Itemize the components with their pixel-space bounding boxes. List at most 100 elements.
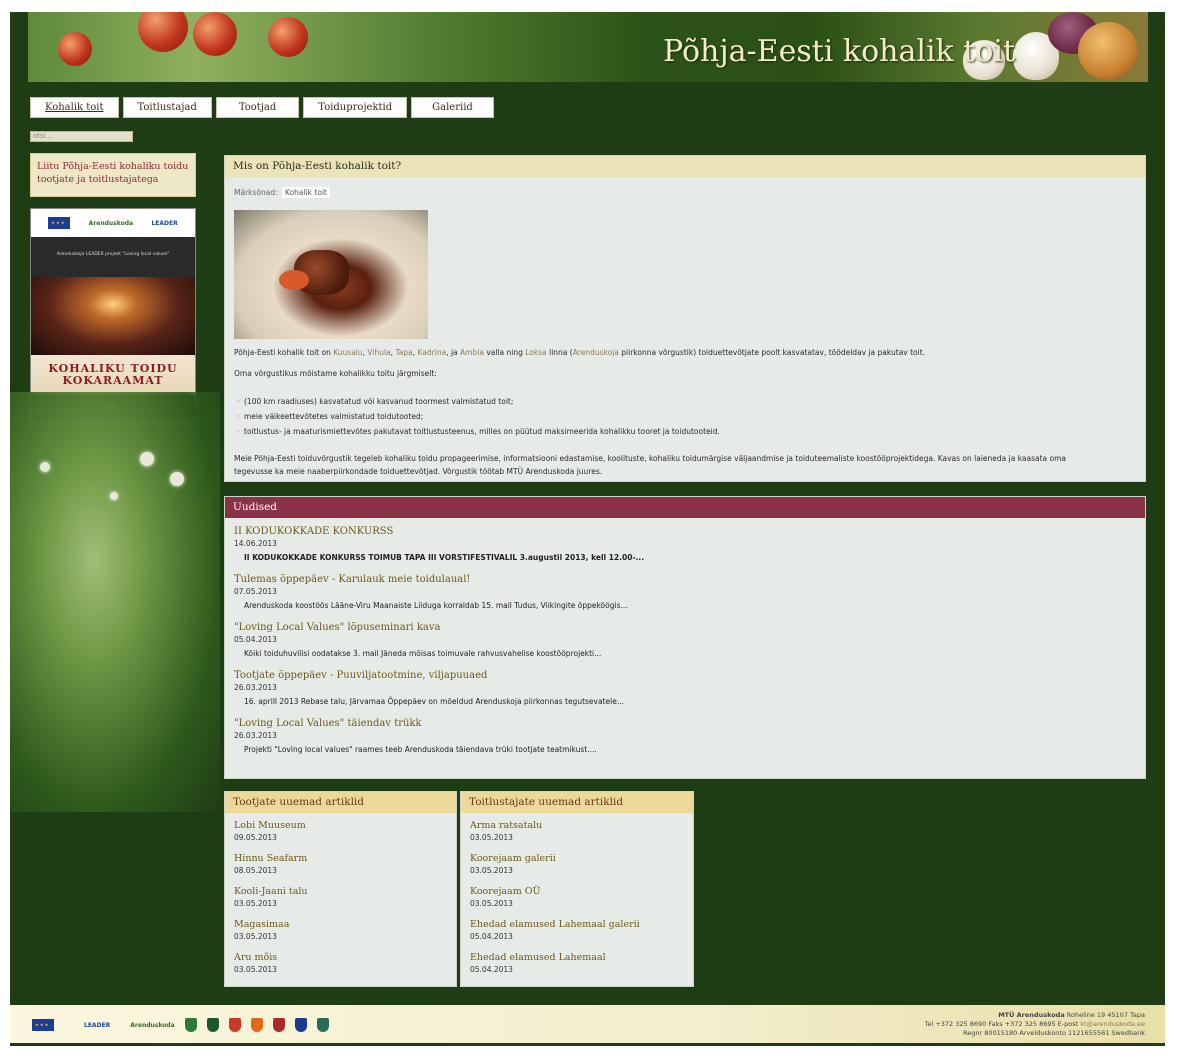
keyword-tag[interactable]: Kohalik toit: [282, 187, 330, 198]
flower-icon: [170, 472, 184, 486]
coat-of-arms-icon: [294, 1018, 307, 1032]
footer-email-link[interactable]: kt@arenduskoda.ee: [1080, 1020, 1145, 1028]
producers-title: Tootjate uuemad artiklid: [225, 792, 456, 813]
article-title[interactable]: Ehedad elamused Lahemaal: [470, 952, 606, 963]
search-input[interactable]: otsi...: [30, 131, 133, 142]
article-title[interactable]: Koorejaam OÜ: [470, 886, 541, 897]
leader-logo: LEADER: [84, 1021, 111, 1029]
coat-of-arms-icon: [250, 1018, 263, 1032]
list-item: Koorejaam galerii 03.05.2013: [470, 853, 556, 875]
flower-icon: [140, 452, 154, 466]
list-item: Ehedad elamused Lahemaal galerii 05.04.2…: [470, 919, 640, 941]
intro-title: Mis on Põhja-Eesti kohalik toit?: [225, 156, 1145, 177]
cookbook-banner[interactable]: Arenduskoda LEADER Arenduskoja LEADER pr…: [30, 208, 196, 423]
list-item: Arma ratsatalu 03.05.2013: [470, 820, 542, 842]
list-item: (100 km raadiuses) kasvatatud või kasvan…: [234, 394, 720, 409]
news-item: Tulemas õppepäev - Karulauk meie toidula…: [234, 574, 628, 610]
article-date: 03.05.2013: [234, 965, 277, 974]
coat-of-arms-icon: [316, 1018, 329, 1032]
footer-phone: Tel +372 325 8690 Faks +372 325 8695 E-p…: [924, 1020, 1081, 1028]
list-item: Koorejaam OÜ 03.05.2013: [470, 886, 541, 908]
list-item: Magasimaa 03.05.2013: [234, 919, 289, 941]
keywords: Märksõnad: Kohalik toit: [234, 187, 330, 198]
link-tapa[interactable]: Tapa: [395, 348, 412, 357]
article-date: 05.04.2013: [470, 932, 513, 941]
news-item: II KODUKOKKADE KONKURSS 14.06.2013 II KO…: [234, 526, 644, 562]
footer-registry: Regnr 80015180 Arvelduskonto 1121655561 …: [963, 1029, 1145, 1037]
intro-paragraph-1: Põhja-Eesti kohalik toit on Kuusalu, Vih…: [234, 348, 926, 357]
site-title: Põhja-Eesti kohalik toit: [663, 34, 1016, 69]
cookbook-subtitle: Arenduskoja LEADER projekt "Loving local…: [31, 237, 195, 277]
article-title[interactable]: Magasimaa: [234, 919, 289, 930]
news-item-title[interactable]: Tootjate õppepäev - Puuviljatootmine, vi…: [234, 670, 624, 681]
meadow-background: [10, 392, 220, 812]
link-vihula[interactable]: Vihula: [367, 348, 390, 357]
eu-flag-icon: [32, 1019, 54, 1031]
onion-image: [1078, 22, 1138, 80]
intro-paragraph-2: Oma võrgustikus mõistame kohalikku toitu…: [234, 369, 437, 378]
nav-tab-galeriid[interactable]: Galeriid: [411, 97, 494, 118]
apple-image: [193, 12, 237, 56]
article-title[interactable]: Lobi Muuseum: [234, 820, 306, 831]
article-date: 09.05.2013: [234, 833, 277, 842]
coat-of-arms-icon: [272, 1018, 285, 1032]
footer-org-name: MTÜ Arenduskoda: [998, 1011, 1065, 1019]
news-item-excerpt: Arenduskoda koostöös Lääne-Viru Maanaist…: [244, 601, 628, 610]
arenduskoda-logo: Arenduskoda: [130, 1021, 175, 1029]
leader-logo: LEADER: [151, 219, 178, 227]
arenduskoda-logo: Arenduskoda: [88, 219, 134, 227]
cookbook-title-line2: KOKARAAMAT: [62, 374, 164, 387]
intro-paragraph-3: Meie Põhja-Eesti toiduvõrgustik tegeleb …: [234, 452, 1066, 478]
news-title: Uudised: [225, 497, 1145, 518]
news-item-title[interactable]: "Loving Local Values" lõpuseminari kava: [234, 622, 601, 633]
list-item: Kooli-Jaani talu 03.05.2013: [234, 886, 308, 908]
article-title[interactable]: Kooli-Jaani talu: [234, 886, 308, 897]
news-item: "Loving Local Values" täiendav trükk 26.…: [234, 718, 597, 754]
keywords-label: Märksõnad:: [234, 188, 278, 197]
article-date: 05.04.2013: [470, 965, 513, 974]
join-network-link[interactable]: Liitu Põhja-Eesti kohaliku toidu tootjat…: [30, 153, 196, 197]
cookbook-photo: [31, 277, 195, 355]
food-photo: [234, 210, 428, 339]
article-title[interactable]: Arma ratsatalu: [470, 820, 542, 831]
link-kuusalu[interactable]: Kuusalu: [333, 348, 362, 357]
main-nav: Kohalik toit Toitlustajad Tootjad Toidup…: [30, 97, 494, 118]
news-item-date: 14.06.2013: [234, 539, 277, 548]
nav-tab-toiduprojektid[interactable]: Toiduprojektid: [303, 97, 408, 118]
list-item: meie väikeettevõtetes valmistatud toidut…: [234, 409, 720, 424]
news-item: "Loving Local Values" lõpuseminari kava …: [234, 622, 601, 658]
news-item-excerpt: Projekti "Loving local values" raames te…: [244, 745, 597, 754]
link-arenduskoja[interactable]: Arenduskoja: [573, 348, 619, 357]
caterers-title: Toitlustajate uuemad artiklid: [461, 792, 693, 813]
coat-of-arms-icon: [206, 1018, 219, 1032]
flower-icon: [110, 492, 118, 500]
link-ambla[interactable]: Ambla: [460, 348, 484, 357]
footer: LEADER Arenduskoda MTÜ Arenduskoda Rohel…: [10, 1005, 1165, 1043]
intro-paragraph-3-line2: tegevusse ka meie naaberpiirkondade toid…: [234, 467, 603, 476]
list-item: Aru mõis 03.05.2013: [234, 952, 277, 974]
nav-tab-kohalik-toit[interactable]: Kohalik toit: [30, 97, 119, 118]
article-date: 03.05.2013: [234, 932, 277, 941]
link-loksa[interactable]: Loksa: [525, 348, 546, 357]
bullet-list: (100 km raadiuses) kasvatatud või kasvan…: [234, 394, 720, 439]
footer-contact: MTÜ Arenduskoda Roheline 19 45107 Tapa T…: [925, 1011, 1145, 1038]
page-frame: Põhja-Eesti kohalik toit Kohalik toit To…: [10, 12, 1165, 1046]
article-date: 03.05.2013: [470, 866, 513, 875]
footer-address: Roheline 19 45107 Tapa: [1064, 1011, 1145, 1019]
article-date: 08.05.2013: [234, 866, 277, 875]
news-item-date: 05.04.2013: [234, 635, 277, 644]
article-title[interactable]: Koorejaam galerii: [470, 853, 556, 864]
list-item: toitlustus- ja maaturismiettevõtes pakut…: [234, 424, 720, 439]
news-item-title[interactable]: II KODUKOKKADE KONKURSS: [234, 526, 644, 537]
nav-tab-toitlustajad[interactable]: Toitlustajad: [122, 97, 212, 118]
article-date: 03.05.2013: [234, 899, 277, 908]
news-item-title[interactable]: "Loving Local Values" täiendav trükk: [234, 718, 597, 729]
article-date: 03.05.2013: [470, 899, 513, 908]
article-title[interactable]: Ehedad elamused Lahemaal galerii: [470, 919, 640, 930]
news-item: Tootjate õppepäev - Puuviljatootmine, vi…: [234, 670, 624, 706]
article-title[interactable]: Aru mõis: [234, 952, 277, 963]
article-title[interactable]: Hinnu Seafarm: [234, 853, 307, 864]
news-item-title[interactable]: Tulemas õppepäev - Karulauk meie toidula…: [234, 574, 628, 585]
link-kadrina[interactable]: Kadrina: [418, 348, 447, 357]
nav-tab-tootjad[interactable]: Tootjad: [215, 97, 300, 118]
